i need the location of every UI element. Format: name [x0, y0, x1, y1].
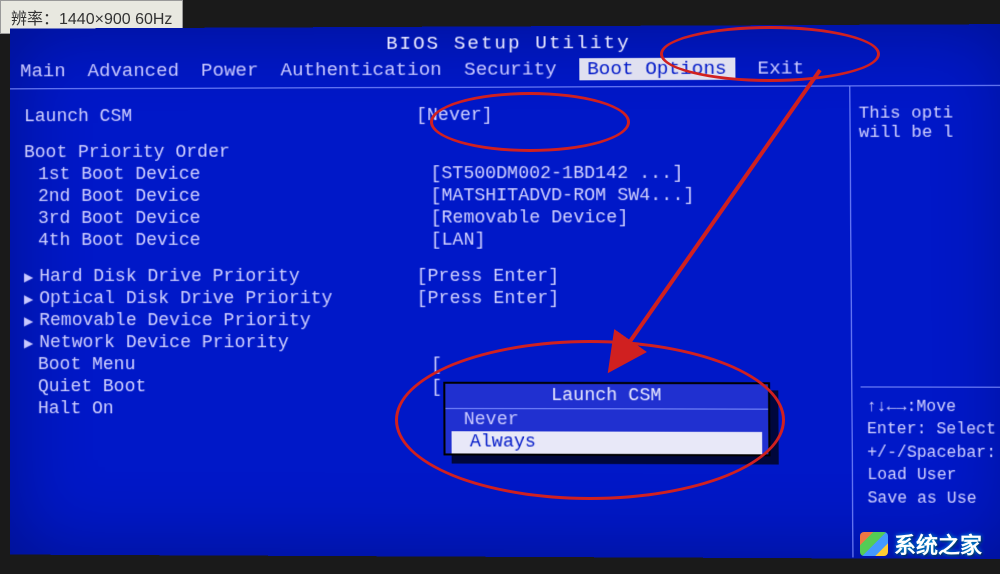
network-priority[interactable]: Network Device Priority — [24, 333, 841, 354]
tab-security[interactable]: Security — [464, 58, 557, 80]
boot-device-1[interactable]: 1st Boot Device [ST500DM002-1BD142 ...] — [24, 163, 840, 185]
boot-device-2[interactable]: 2nd Boot Device [MATSHITADVD-ROM SW4...] — [24, 186, 840, 207]
launch-csm-popup: Launch CSM Never Always — [443, 382, 770, 457]
tab-main[interactable]: Main — [20, 60, 66, 82]
settings-pane: Launch CSM [Never] Boot Priority Order 1… — [10, 86, 854, 557]
help-keys: ↑↓←→:Move Enter: Select +/-/Spacebar: Lo… — [861, 386, 1000, 518]
boot-priority-header: Boot Priority Order — [24, 141, 839, 163]
tab-authentication[interactable]: Authentication — [281, 59, 442, 82]
watermark-logo-icon — [860, 532, 888, 556]
boot-device-4[interactable]: 4th Boot Device [LAN] — [24, 230, 840, 251]
tab-exit[interactable]: Exit — [757, 57, 804, 79]
removable-priority[interactable]: Removable Device Priority — [24, 311, 841, 332]
popup-option-always[interactable]: Always — [452, 431, 763, 454]
bios-screen: BIOS Setup Utility Main Advanced Power A… — [10, 24, 1000, 559]
help-pane: This opti will be l ↑↓←→:Move Enter: Sel… — [850, 86, 1000, 558]
popup-title: Launch CSM — [445, 384, 768, 410]
tab-power[interactable]: Power — [201, 60, 258, 82]
hdd-priority[interactable]: Hard Disk Drive Priority [Press Enter] — [24, 267, 840, 287]
help-text-1: This opti — [859, 104, 1000, 124]
help-text-2: will be l — [859, 123, 1000, 143]
menu-bar: Main Advanced Power Authentication Secur… — [10, 54, 1000, 89]
launch-csm-label: Launch CSM — [24, 106, 416, 127]
watermark-text: 系统之家 — [894, 528, 982, 560]
watermark: 系统之家 — [860, 528, 982, 560]
boot-device-3[interactable]: 3rd Boot Device [Removable Device] — [24, 208, 840, 229]
popup-option-never[interactable]: Never — [445, 409, 768, 432]
odd-priority[interactable]: Optical Disk Drive Priority [Press Enter… — [24, 289, 841, 309]
tab-boot-options[interactable]: Boot Options — [579, 58, 735, 81]
boot-menu[interactable]: Boot Menu [ — [24, 355, 841, 376]
launch-csm-value: [Never] — [416, 105, 839, 126]
setting-launch-csm[interactable]: Launch CSM [Never] — [24, 105, 839, 128]
bios-title: BIOS Setup Utility — [10, 24, 1000, 58]
tab-advanced[interactable]: Advanced — [88, 60, 179, 82]
